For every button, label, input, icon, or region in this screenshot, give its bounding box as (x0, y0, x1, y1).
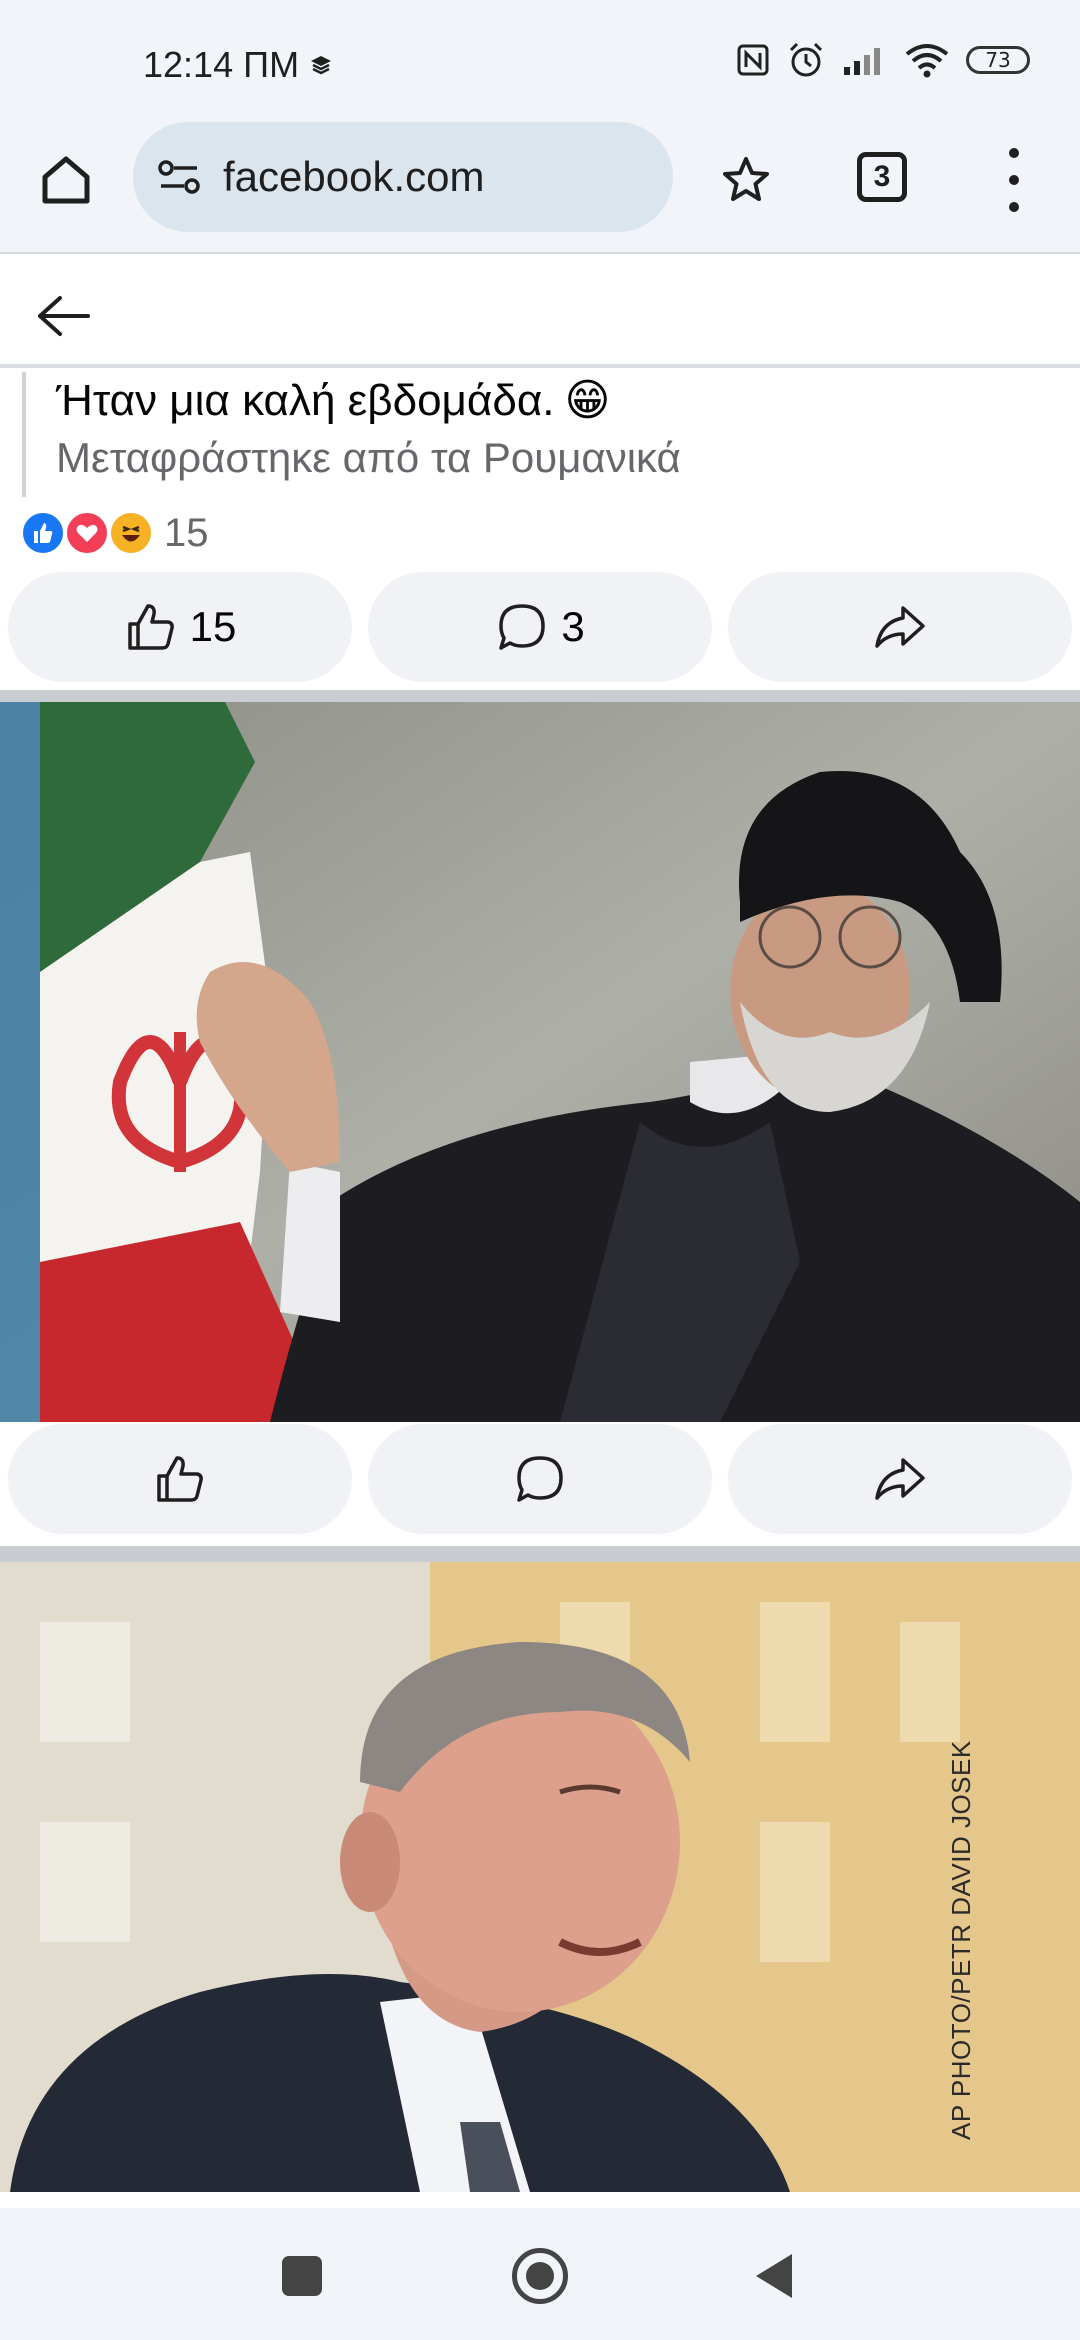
layers-icon (311, 56, 332, 75)
share-button-2[interactable] (728, 1424, 1072, 1534)
back-arrow-icon (38, 296, 90, 336)
tab-count: 3 (873, 160, 891, 193)
system-nav-bar (0, 2208, 1080, 2340)
like-icon (157, 1456, 203, 1502)
post-separator (0, 690, 1080, 702)
share-button[interactable] (728, 572, 1072, 682)
url-text: facebook.com (223, 153, 485, 200)
browser-toolbar: facebook.com 3 (0, 110, 1080, 254)
photo-credit: AP PHOTO/PETR DAVID JOSEK (940, 1740, 980, 2140)
alarm-icon (789, 42, 823, 77)
photo-underbar (0, 2192, 830, 2208)
post2-photo-art (0, 702, 1080, 1422)
post3-photo-art (0, 1562, 1080, 2192)
wifi-icon (905, 44, 949, 78)
home-nav-button[interactable] (512, 2248, 568, 2304)
status-icons: 73 (736, 40, 1030, 80)
translation-note[interactable]: Μεταφράστηκε από τα Ρουμανικά (56, 430, 1062, 486)
post-text-content: Ήταν μια καλή εβδομάδα. (56, 376, 555, 425)
post2-photo[interactable] (0, 702, 1080, 1422)
photo-credit-text: AP PHOTO/PETR DAVID JOSEK (946, 1740, 976, 2140)
screen: 12:14 ΠΜ 73 facebook.com 3 Ήταν μια καλή… (0, 0, 1080, 2340)
status-bar: 12:14 ΠΜ 73 (0, 0, 1080, 110)
love-reaction-icon (64, 510, 110, 556)
status-time-text: 12:14 ΠΜ (143, 44, 300, 85)
star-icon (723, 157, 769, 201)
comment-button[interactable]: 3 (368, 572, 712, 682)
page-header (0, 256, 1080, 368)
recents-button[interactable] (282, 2256, 322, 2296)
nfc-icon (737, 44, 769, 76)
share-icon (875, 606, 925, 648)
post2-actions (0, 1424, 1080, 1534)
site-settings-icon (158, 160, 200, 194)
post-text-block: Ήταν μια καλή εβδομάδα. 😁 Μεταφράστηκε α… (22, 372, 1062, 497)
status-time: 12:14 ΠΜ (143, 44, 333, 86)
like-button-2[interactable] (8, 1424, 352, 1534)
back-nav-button[interactable] (756, 2254, 792, 2298)
tabs-button[interactable]: 3 (857, 152, 907, 202)
post-separator-2 (0, 1546, 1080, 1562)
like-button[interactable]: 15 (8, 572, 352, 682)
like-reaction-icon (20, 510, 66, 556)
share-icon (875, 1458, 925, 1500)
comment-button-2[interactable] (368, 1424, 712, 1534)
reaction-count: 15 (164, 510, 209, 555)
address-bar[interactable]: facebook.com (133, 122, 673, 232)
haha-reaction-icon (108, 510, 154, 556)
back-button[interactable] (36, 286, 96, 346)
reactions-summary[interactable]: 15 (20, 508, 209, 558)
comment-icon (499, 604, 546, 650)
like-count: 15 (189, 603, 237, 650)
battery-indicator: 73 (966, 46, 1030, 74)
post-text: Ήταν μια καλή εβδομάδα. 😁 (56, 372, 1062, 430)
comment-icon (517, 1456, 563, 1502)
like-icon (127, 604, 174, 650)
bookmark-button[interactable] (716, 150, 776, 210)
grin-emoji: 😁 (564, 376, 611, 425)
post1-actions: 15 3 (0, 572, 1080, 682)
post3-photo[interactable] (0, 1562, 1080, 2192)
home-button[interactable] (36, 150, 96, 210)
comment-count: 3 (561, 603, 585, 650)
signal-icon (844, 48, 880, 75)
home-icon (42, 156, 90, 204)
more-vert-icon[interactable] (1002, 148, 1026, 212)
